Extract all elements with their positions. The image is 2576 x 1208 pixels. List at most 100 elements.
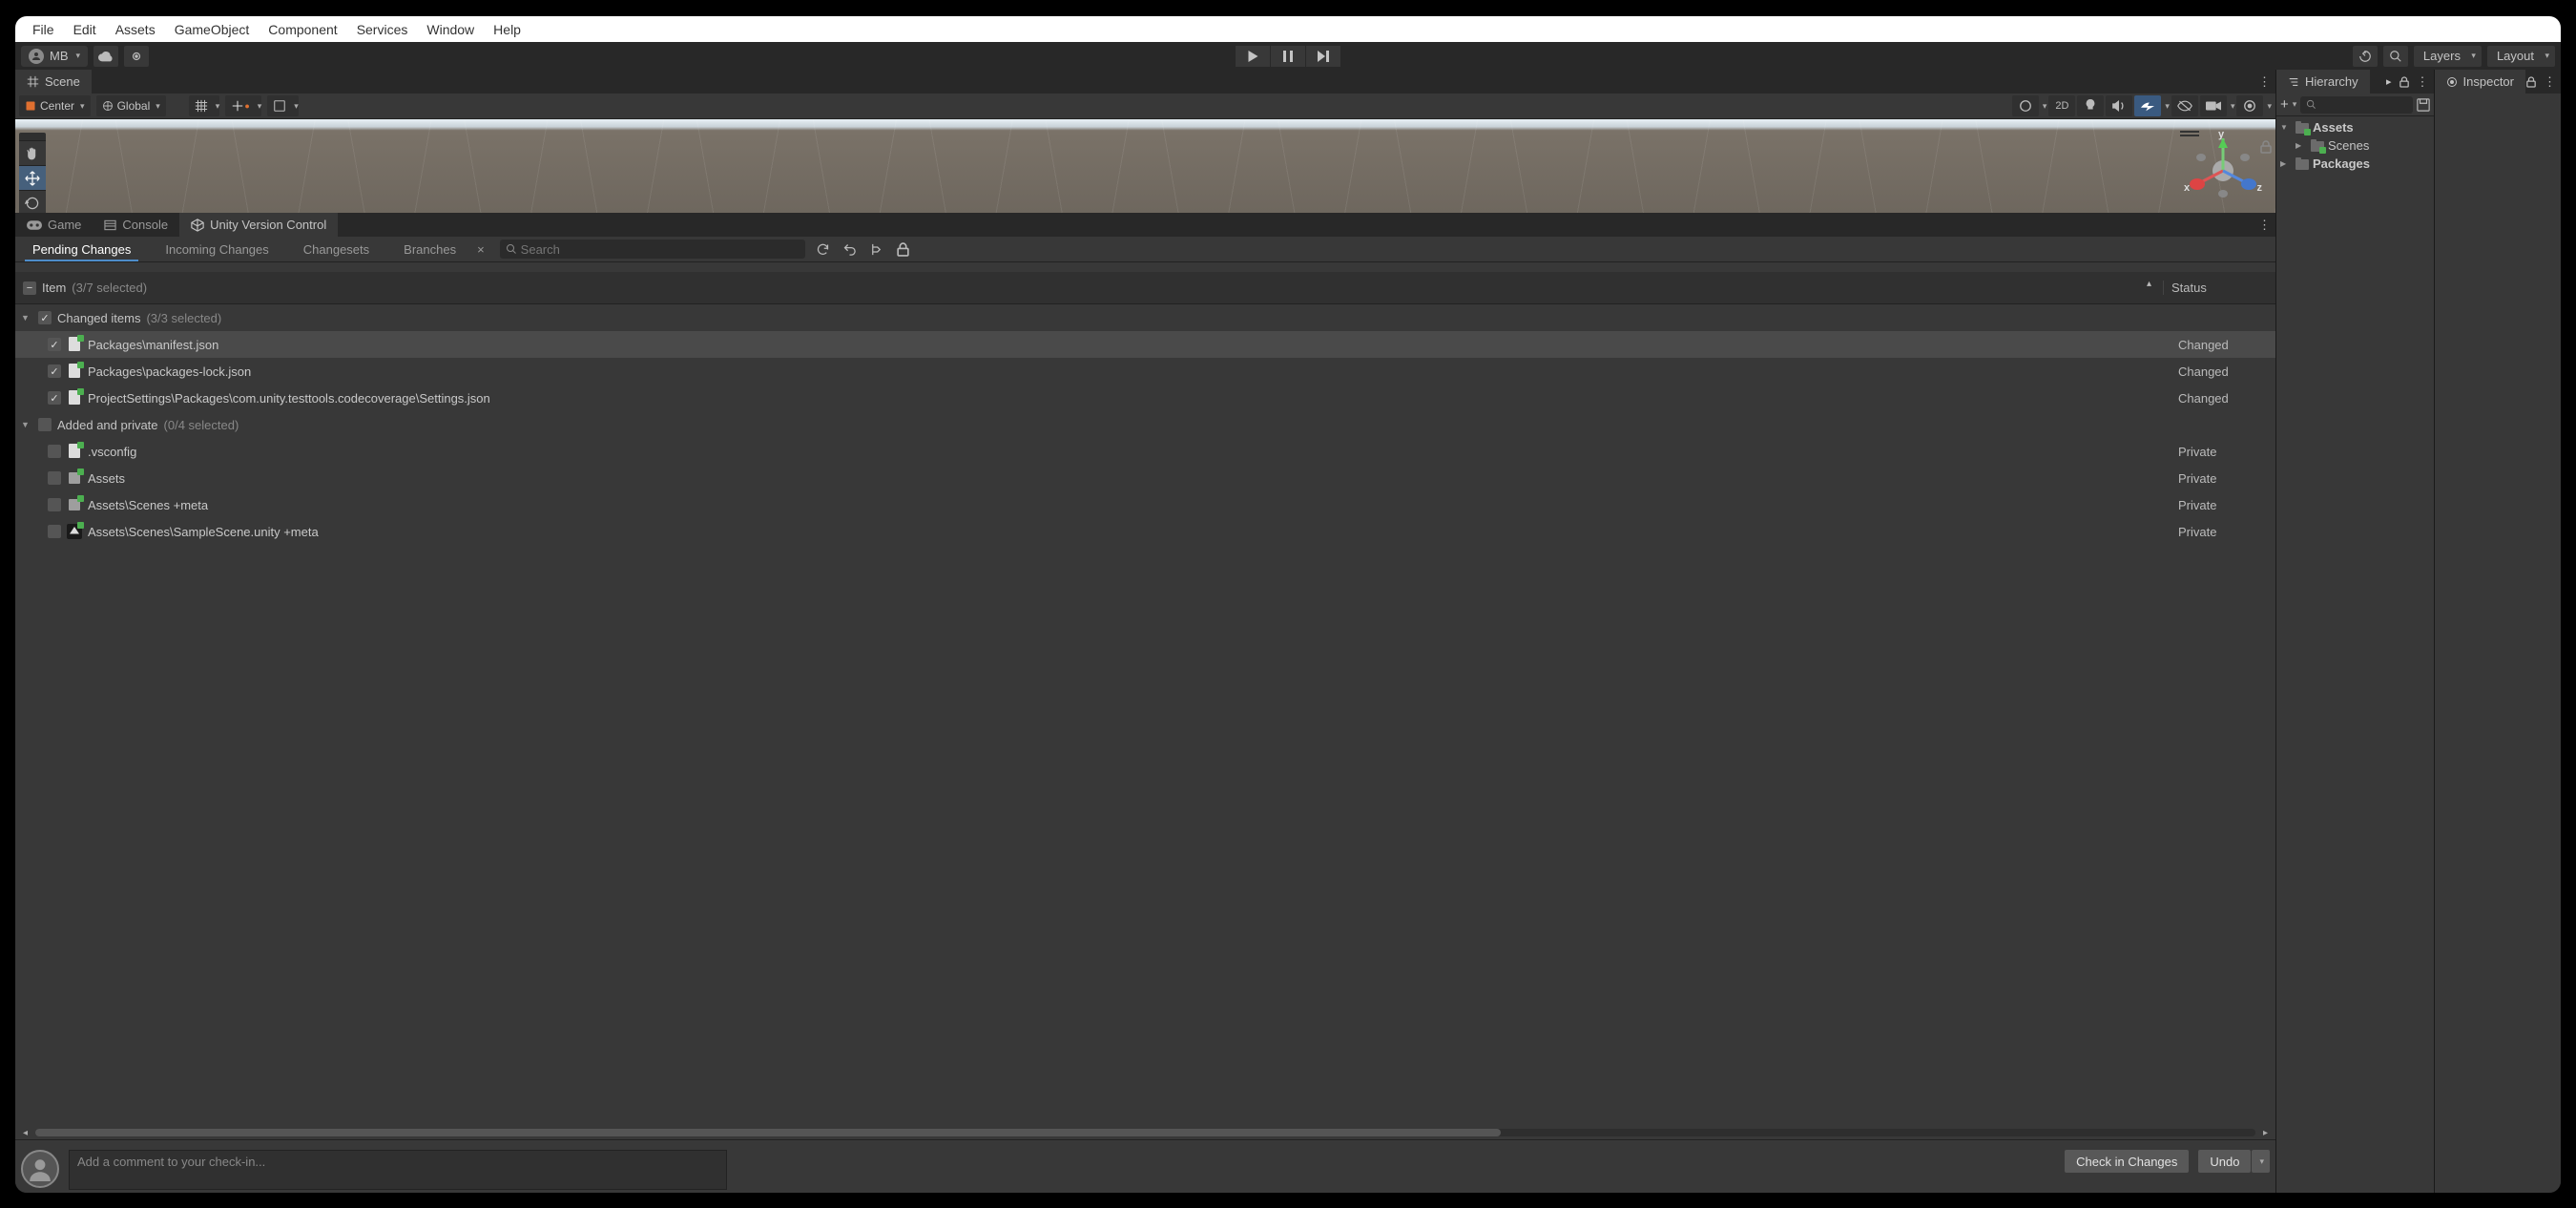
checkin-comment-input[interactable]: Add a comment to your check-in...: [69, 1150, 727, 1190]
lock-icon[interactable]: [2399, 76, 2409, 88]
chevron-down-icon[interactable]: ▾: [258, 101, 262, 112]
move-tool[interactable]: [19, 165, 46, 190]
chevron-down-icon[interactable]: ▾: [2267, 101, 2272, 112]
chevron-down-icon[interactable]: ▾: [2165, 101, 2170, 112]
vc-file-row[interactable]: Packages\packages-lock.json Changed: [15, 358, 2275, 385]
effects-toggle[interactable]: [2134, 95, 2161, 116]
vc-section-header[interactable]: ▼ Changed items (3/3 selected): [15, 304, 2275, 331]
undo-changes-button[interactable]: Undo: [2198, 1150, 2251, 1173]
vc-search-input[interactable]: [521, 242, 800, 257]
horizontal-scrollbar[interactable]: ◂ ▸: [15, 1126, 2275, 1139]
scrollbar-thumb[interactable]: [35, 1129, 1501, 1136]
chevron-down-icon[interactable]: ▼: [21, 420, 32, 429]
file-checkbox[interactable]: [48, 525, 61, 538]
menu-edit[interactable]: Edit: [64, 18, 106, 41]
palette-drag-handle[interactable]: [19, 133, 46, 140]
handle-rotation-dropdown[interactable]: Global ▾: [96, 95, 166, 116]
refresh-button[interactable]: [813, 240, 834, 259]
vc-tab-changesets[interactable]: Changesets: [286, 237, 386, 261]
undo-history-button[interactable]: [2353, 46, 2378, 67]
tab-scene[interactable]: Scene: [15, 70, 93, 94]
hand-tool[interactable]: [19, 140, 46, 165]
scroll-right-icon[interactable]: ▸: [2263, 1128, 2268, 1138]
file-checkbox[interactable]: [48, 471, 61, 485]
vc-file-row[interactable]: Packages\manifest.json Changed: [15, 331, 2275, 358]
col-status[interactable]: ▴ Status: [2163, 281, 2268, 295]
undo-button[interactable]: [840, 240, 861, 259]
draw-mode-button[interactable]: [2012, 95, 2039, 116]
camera-settings-button[interactable]: [2200, 95, 2227, 116]
file-checkbox[interactable]: [48, 338, 61, 351]
lighting-toggle[interactable]: [2077, 95, 2104, 116]
menu-window[interactable]: Window: [417, 18, 484, 41]
audio-toggle[interactable]: [2106, 95, 2132, 116]
file-checkbox[interactable]: [48, 364, 61, 378]
lock-icon[interactable]: [2260, 140, 2272, 154]
orientation-gizmo[interactable]: y x z: [2184, 129, 2262, 207]
settings-button[interactable]: [124, 46, 149, 67]
vc-file-row[interactable]: .vsconfig Private: [15, 438, 2275, 465]
grid-snap-button[interactable]: [189, 95, 214, 116]
lock-button[interactable]: [893, 240, 914, 259]
2d-toggle[interactable]: 2D: [2048, 95, 2075, 116]
hierarchy-item-packages[interactable]: ▶ Packages: [2276, 155, 2434, 173]
file-checkbox[interactable]: [48, 391, 61, 405]
chevron-down-icon[interactable]: ▾: [216, 101, 220, 112]
menu-component[interactable]: Component: [259, 18, 346, 41]
scroll-left-icon[interactable]: ◂: [23, 1128, 28, 1138]
step-button[interactable]: [1306, 46, 1340, 67]
menu-services[interactable]: Services: [347, 18, 418, 41]
chevron-down-icon[interactable]: ▾: [294, 101, 299, 112]
chevron-right-icon[interactable]: ▶: [2280, 159, 2292, 168]
snap-settings-button[interactable]: [267, 95, 292, 116]
tab-console[interactable]: Console: [93, 213, 179, 237]
chevron-down-icon[interactable]: ▼: [2280, 123, 2292, 132]
scene-tab-menu-icon[interactable]: ⋮: [2258, 74, 2272, 90]
tab-inspector[interactable]: Inspector: [2435, 70, 2526, 94]
file-checkbox[interactable]: [48, 498, 61, 511]
gizmos-toggle[interactable]: [2236, 95, 2263, 116]
hierarchy-item-scenes[interactable]: ▶ Scenes: [2276, 136, 2434, 155]
vc-tab-pending[interactable]: Pending Changes: [15, 237, 148, 261]
layout-dropdown[interactable]: Layout: [2487, 46, 2555, 67]
undo-dropdown-button[interactable]: ▾: [2252, 1150, 2270, 1173]
chevron-down-icon[interactable]: ▼: [21, 313, 32, 323]
tab-hierarchy[interactable]: Hierarchy: [2276, 70, 2371, 94]
create-dropdown[interactable]: +▾: [2280, 96, 2296, 113]
snap-increment-button[interactable]: ●: [225, 95, 255, 116]
branch-button[interactable]: [866, 240, 887, 259]
vc-file-row[interactable]: ProjectSettings\Packages\com.unity.testt…: [15, 385, 2275, 411]
section-checkbox[interactable]: [38, 311, 52, 324]
visibility-toggle[interactable]: [2171, 95, 2198, 116]
vc-file-row[interactable]: Assets Private: [15, 465, 2275, 491]
bottom-tab-menu-icon[interactable]: ⋮: [2258, 218, 2272, 233]
menu-assets[interactable]: Assets: [106, 18, 165, 41]
lock-icon[interactable]: [2526, 76, 2536, 88]
chevron-down-icon[interactable]: ▾: [2043, 101, 2047, 112]
menu-help[interactable]: Help: [484, 18, 530, 41]
scene-viewport[interactable]: y x z: [15, 119, 2275, 213]
chevron-down-icon[interactable]: ▾: [2231, 101, 2235, 112]
checkin-button[interactable]: Check in Changes: [2065, 1150, 2189, 1173]
hierarchy-menu-icon[interactable]: ⋮: [2417, 74, 2430, 90]
vc-section-header[interactable]: ▼ Added and private (0/4 selected): [15, 411, 2275, 438]
chevron-right-icon[interactable]: ▶: [2296, 141, 2307, 150]
section-checkbox[interactable]: [38, 418, 52, 431]
vc-file-row[interactable]: Assets\Scenes\SampleScene.unity +meta Pr…: [15, 518, 2275, 545]
rotate-tool[interactable]: [19, 190, 46, 213]
vc-tab-incoming[interactable]: Incoming Changes: [148, 237, 285, 261]
inspector-menu-icon[interactable]: ⋮: [2544, 74, 2557, 90]
vc-file-row[interactable]: Assets\Scenes +meta Private: [15, 491, 2275, 518]
collapse-icon[interactable]: ▸: [2386, 75, 2392, 88]
layers-dropdown[interactable]: Layers: [2414, 46, 2482, 67]
select-all-checkbox[interactable]: [23, 281, 36, 295]
hierarchy-search[interactable]: [2300, 96, 2412, 114]
menu-file[interactable]: File: [23, 18, 64, 41]
file-checkbox[interactable]: [48, 445, 61, 458]
cloud-button[interactable]: [93, 46, 118, 67]
vc-search[interactable]: [500, 240, 805, 259]
pivot-dropdown[interactable]: Center ▾: [19, 95, 91, 116]
tab-version-control[interactable]: Unity Version Control: [179, 213, 338, 237]
save-search-button[interactable]: [2417, 98, 2430, 112]
vc-tab-branches[interactable]: Branches: [386, 237, 473, 261]
